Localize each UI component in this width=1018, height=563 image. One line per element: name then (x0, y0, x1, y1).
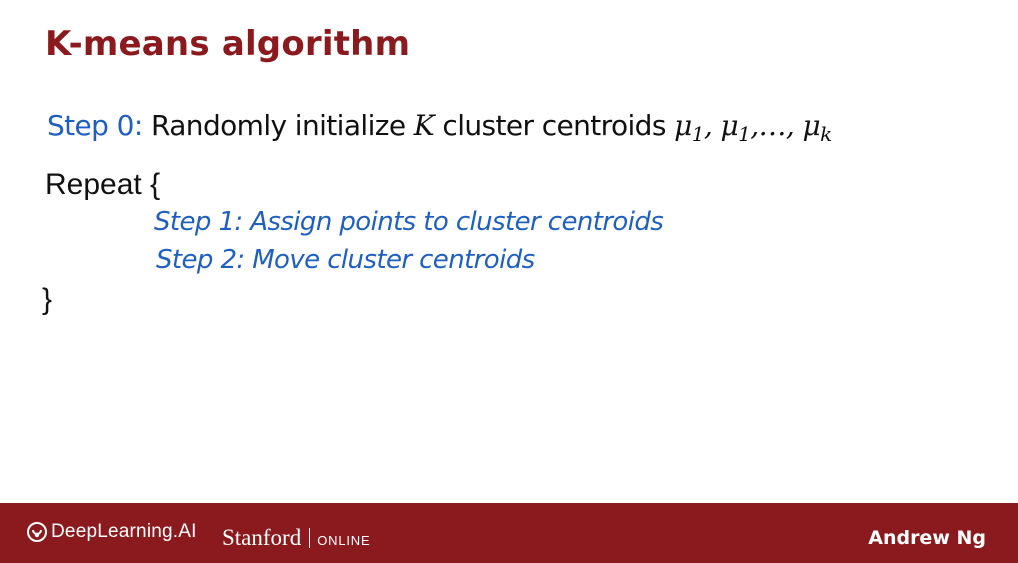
step0-line: Step 0: Randomly initialize K cluster ce… (47, 109, 832, 146)
mu-subscript-2: 1 (738, 122, 751, 146)
author-name: Andrew Ng (868, 527, 986, 549)
deeplearning-logo-icon (27, 522, 47, 542)
repeat-open: Repeat { (45, 168, 161, 201)
mu-symbol: μ (674, 109, 692, 142)
math-var-k: K (413, 109, 435, 142)
deeplearning-logo: DeepLearning.AI (27, 521, 197, 543)
step0-label: Step 0: (47, 109, 143, 142)
step1-text: Step 1: Assign points to cluster centroi… (154, 207, 664, 237)
step2-text: Step 2: Move cluster centroids (156, 245, 535, 275)
repeat-close: } (42, 283, 53, 316)
deeplearning-logo-text: DeepLearning.AI (51, 521, 197, 542)
mu-symbol: μ (720, 109, 739, 142)
online-wordmark: ONLINE (317, 533, 371, 548)
centroid-mu-1: μ1 (674, 109, 704, 146)
centroid-ellipsis: ,…, (750, 109, 803, 142)
centroid-mu-2: μ1 (720, 109, 751, 146)
footer-bar: DeepLearning.AI Stanford ONLINE Andrew N… (0, 503, 1018, 563)
logo-divider (309, 528, 311, 548)
step0-text-after: cluster centroids (434, 109, 675, 142)
step0-text-before: Randomly initialize (142, 109, 414, 142)
centroid-mu-k: μk (802, 109, 833, 146)
centroid-separator: , (703, 109, 721, 142)
stanford-online-logo: Stanford ONLINE (222, 525, 370, 551)
mu-symbol: μ (802, 109, 821, 142)
mu-subscript-1: 1 (691, 122, 705, 146)
slide-title: K-means algorithm (45, 24, 411, 64)
stanford-wordmark: Stanford (222, 525, 302, 550)
mu-subscript-k: k (820, 122, 832, 146)
